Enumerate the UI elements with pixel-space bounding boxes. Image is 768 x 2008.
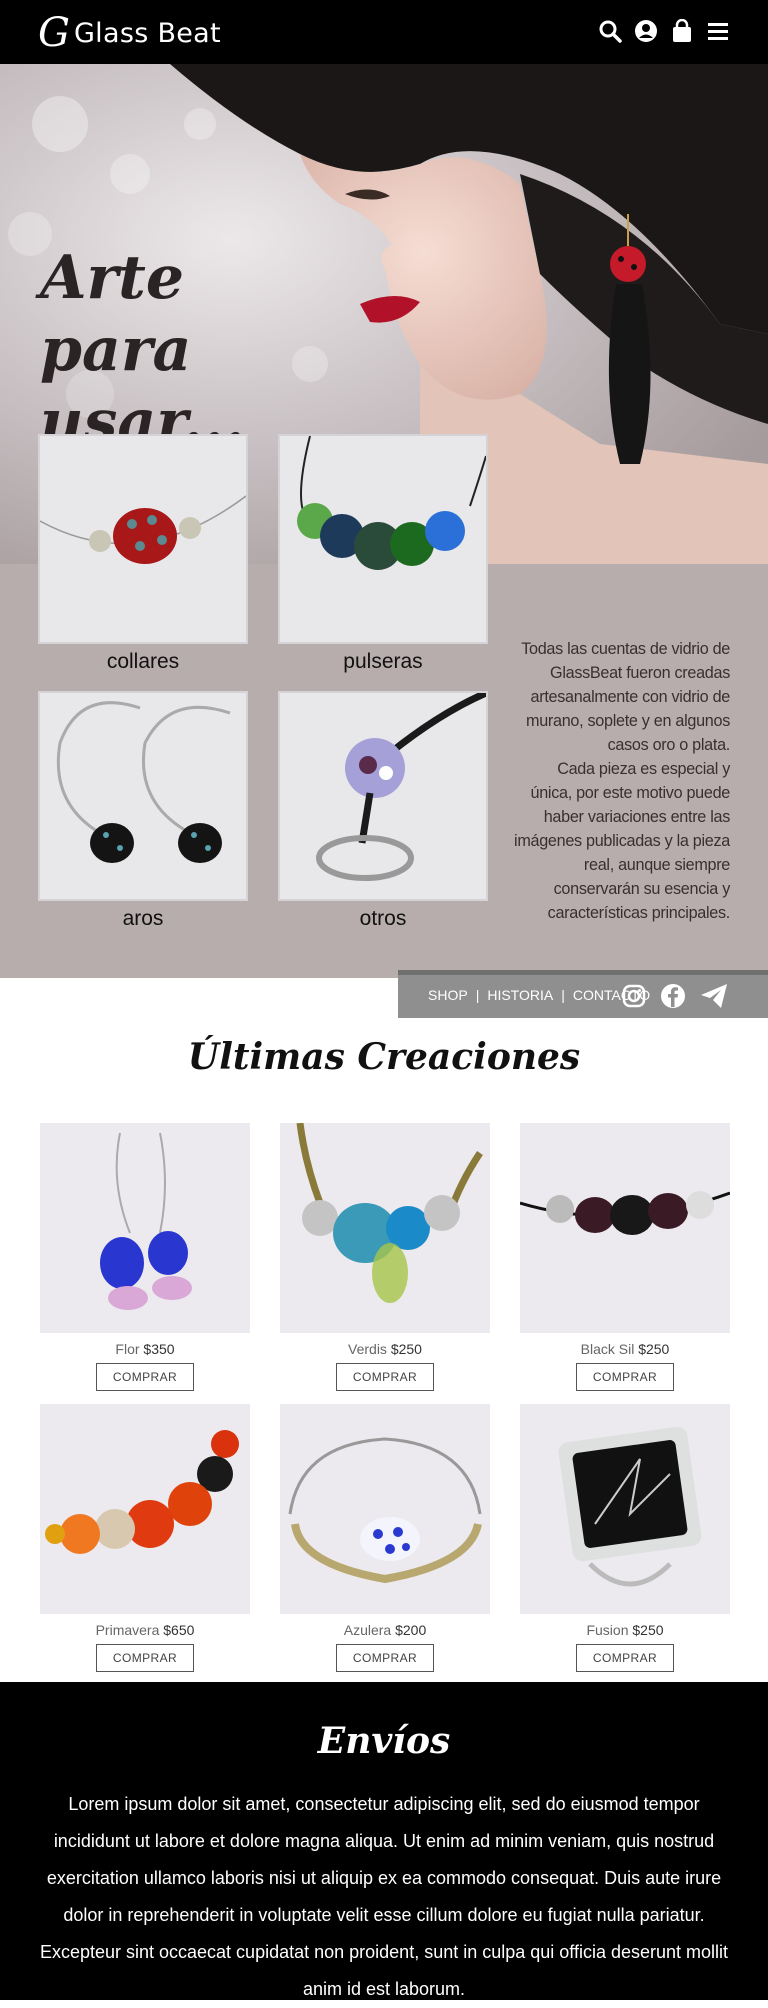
product-name: Flor bbox=[115, 1341, 140, 1357]
product-image[interactable] bbox=[40, 1123, 250, 1333]
latest-creations-title: Últimas Creaciones bbox=[187, 1036, 581, 1078]
hero-section: Arte para usar... collares pulseras aros… bbox=[0, 64, 768, 978]
category-card-otros[interactable]: otros bbox=[278, 691, 488, 931]
site-header: G Glass Beat bbox=[0, 0, 768, 64]
product-image[interactable] bbox=[280, 1404, 490, 1614]
product-name: Azulera bbox=[343, 1622, 392, 1638]
product-price: $250 bbox=[390, 1341, 422, 1357]
product-caption: Primavera $650 bbox=[40, 1622, 250, 1638]
logo-mark: G bbox=[38, 10, 70, 56]
product-caption: Black Sil $250 bbox=[520, 1341, 730, 1357]
paper-plane-icon[interactable] bbox=[700, 983, 728, 1014]
product-name: Verdis bbox=[348, 1341, 387, 1357]
category-card-aros[interactable]: aros bbox=[38, 691, 248, 931]
product-card: Primavera $650 COMPRAR bbox=[40, 1404, 250, 1672]
product-card: Black Sil $250 COMPRAR bbox=[520, 1123, 730, 1391]
category-image[interactable] bbox=[278, 691, 488, 901]
product-caption: Flor $350 bbox=[40, 1341, 250, 1357]
hero-title: Arte para usar... bbox=[40, 243, 246, 457]
buy-button[interactable]: COMPRAR bbox=[576, 1644, 674, 1672]
nav-separator: | bbox=[475, 987, 480, 1003]
product-caption: Azulera $200 bbox=[280, 1622, 490, 1638]
logo-text: Glass Beat bbox=[73, 17, 221, 49]
nav-separator: | bbox=[561, 987, 565, 1003]
product-caption: Fusion $250 bbox=[520, 1622, 730, 1638]
secondary-nav-links: SHOP | HISTORIA | CONTACTO bbox=[428, 987, 650, 1003]
instagram-icon[interactable] bbox=[622, 984, 646, 1013]
category-label: otros bbox=[359, 907, 407, 930]
category-card-collares[interactable]: collares bbox=[38, 434, 248, 674]
menu-icon[interactable] bbox=[706, 18, 730, 44]
product-card: Flor $350 COMPRAR bbox=[40, 1123, 250, 1391]
product-name: Black Sil bbox=[580, 1341, 635, 1357]
header-icons bbox=[598, 18, 730, 44]
category-label: collares bbox=[106, 650, 180, 673]
category-image[interactable] bbox=[38, 691, 248, 901]
buy-button[interactable]: COMPRAR bbox=[96, 1644, 194, 1672]
product-name: Primavera bbox=[95, 1622, 160, 1638]
buy-button[interactable]: COMPRAR bbox=[576, 1363, 674, 1391]
product-card: Azulera $200 COMPRAR bbox=[280, 1404, 490, 1672]
shopping-bag-icon[interactable] bbox=[670, 18, 694, 44]
secondary-nav: SHOP | HISTORIA | CONTACTO bbox=[398, 970, 768, 1018]
product-image[interactable] bbox=[520, 1404, 730, 1614]
buy-button[interactable]: COMPRAR bbox=[336, 1644, 434, 1672]
facebook-icon[interactable] bbox=[660, 983, 686, 1014]
product-card: Verdis $250 COMPRAR bbox=[280, 1123, 490, 1391]
product-price: $200 bbox=[395, 1622, 427, 1638]
product-image[interactable] bbox=[40, 1404, 250, 1614]
shipping-text: Lorem ipsum dolor sit amet, consectetur … bbox=[39, 1794, 729, 1999]
category-label: aros bbox=[122, 907, 164, 930]
category-image[interactable] bbox=[278, 434, 488, 644]
product-price: $350 bbox=[143, 1341, 175, 1357]
buy-button[interactable]: COMPRAR bbox=[96, 1363, 194, 1391]
category-card-pulseras[interactable]: pulseras bbox=[278, 434, 488, 674]
category-image[interactable] bbox=[38, 434, 248, 644]
shipping-title: Envíos bbox=[317, 1720, 451, 1762]
hero-description: Todas las cuentas de vidrio de GlassBeat… bbox=[514, 640, 730, 922]
nav-link-historia[interactable]: HISTORIA bbox=[487, 987, 553, 1003]
product-image[interactable] bbox=[520, 1123, 730, 1333]
product-image[interactable] bbox=[280, 1123, 490, 1333]
shipping-section: Envíos Lorem ipsum dolor sit amet, conse… bbox=[0, 1682, 768, 2000]
product-caption: Verdis $250 bbox=[280, 1341, 490, 1357]
search-icon[interactable] bbox=[598, 18, 622, 44]
product-card: Fusion $250 COMPRAR bbox=[520, 1404, 730, 1672]
logo[interactable]: G Glass Beat bbox=[38, 8, 221, 58]
product-name: Fusion bbox=[586, 1622, 629, 1638]
product-price: $250 bbox=[638, 1341, 670, 1357]
buy-button[interactable]: COMPRAR bbox=[336, 1363, 434, 1391]
user-icon[interactable] bbox=[634, 18, 658, 44]
nav-link-shop[interactable]: SHOP bbox=[428, 987, 468, 1003]
product-price: $650 bbox=[163, 1622, 195, 1638]
category-label: pulseras bbox=[343, 650, 423, 673]
product-price: $250 bbox=[632, 1622, 664, 1638]
social-icons bbox=[622, 983, 728, 1014]
